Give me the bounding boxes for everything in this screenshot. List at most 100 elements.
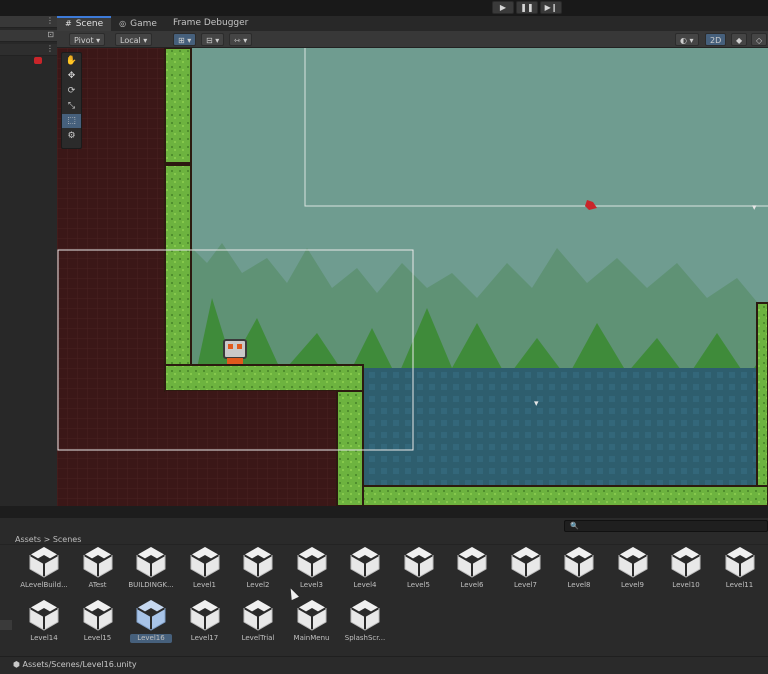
asset-item[interactable]: Level7 <box>499 545 553 595</box>
unity-scene-icon <box>231 545 285 579</box>
asset-item[interactable]: MainMenu <box>285 598 339 648</box>
asset-item[interactable]: Level6 <box>445 545 499 595</box>
asset-label: Level2 <box>246 581 270 589</box>
asset-item[interactable]: Level9 <box>606 545 660 595</box>
asset-label: Level7 <box>514 581 537 589</box>
effects-toggle[interactable]: ◇ <box>751 33 768 46</box>
hand-tool-icon[interactable]: ✋ <box>62 54 81 68</box>
shading-mode-dropdown[interactable]: ◐ ▾ <box>675 33 699 46</box>
tab-frame-debugger[interactable]: Frame Debugger <box>165 16 256 31</box>
asset-item[interactable]: Level15 <box>71 598 125 648</box>
audio-toggle[interactable]: ◆ <box>731 33 748 46</box>
asset-label: Level6 <box>460 581 484 589</box>
dirt-block <box>165 391 337 506</box>
local-toggle[interactable]: Local ▾ <box>115 33 153 46</box>
asset-label: Level14 <box>30 634 58 642</box>
grass-column <box>164 164 192 366</box>
grass-right-wall <box>756 302 768 487</box>
tab-game[interactable]: ◎ Game <box>111 16 165 31</box>
unity-scene-icon <box>17 598 71 632</box>
asset-label: SplashScr... <box>344 634 386 642</box>
asset-label: Level10 <box>672 581 700 589</box>
unity-scene-icon <box>499 545 553 579</box>
increment-snap-toggle[interactable]: ⇿ ▾ <box>229 33 253 46</box>
unity-scene-icon <box>445 545 499 579</box>
asset-item[interactable]: Level11 <box>713 545 767 595</box>
asset-item[interactable]: Level5 <box>392 545 446 595</box>
grass-ledge <box>164 364 364 392</box>
tab-scene[interactable]: # Scene <box>57 16 112 31</box>
menu-icon[interactable]: ⋮ <box>46 16 54 25</box>
rect-tool-icon[interactable]: ⬚ <box>62 114 81 128</box>
pause-button[interactable]: ❚❚ <box>516 1 538 14</box>
unity-scene-icon <box>338 598 392 632</box>
unity-scene-icon <box>71 545 125 579</box>
pin-icon[interactable]: ⊡ <box>47 30 54 39</box>
move-tool-icon[interactable]: ✥ <box>62 69 81 83</box>
unity-scene-icon <box>178 545 232 579</box>
asset-item[interactable]: Level16 <box>124 598 178 648</box>
asset-label: Level5 <box>407 581 430 589</box>
asset-item[interactable]: LevelTrial <box>231 598 285 648</box>
scale-tool-icon[interactable]: ⤡ <box>62 99 81 113</box>
snap-toggle[interactable]: ⊟ ▾ <box>201 33 225 46</box>
asset-item[interactable]: Level10 <box>659 545 713 595</box>
scene-viewport[interactable]: ▾ ▾ ✋ ✥ ⟳ ⤡ ⬚ ⚙ <box>57 48 768 506</box>
unity-scene-icon <box>231 598 285 632</box>
asset-label: Level1 <box>193 581 216 589</box>
asset-item[interactable]: Level1 <box>178 545 232 595</box>
unity-scene-icon <box>659 545 713 579</box>
asset-item[interactable]: SplashScr... <box>338 598 392 648</box>
asset-label: Level9 <box>621 581 644 589</box>
asset-label: LevelTrial <box>241 634 275 642</box>
unity-scene-icon: ⬢ <box>13 660 23 669</box>
asset-item[interactable]: Level2 <box>231 545 285 595</box>
step-button[interactable]: ▶❙ <box>540 1 562 14</box>
rotate-tool-icon[interactable]: ⟳ <box>62 84 81 98</box>
asset-label: Level16 <box>130 634 172 643</box>
hierarchy-search-row[interactable]: ⊡ <box>0 30 57 42</box>
panel-splitter[interactable] <box>0 506 768 518</box>
game-icon: ◎ <box>119 19 127 28</box>
asset-label: Level17 <box>190 634 219 642</box>
window-tabbar: # Scene ◎ Game Frame Debugger <box>57 16 768 31</box>
player-sprite[interactable] <box>223 339 247 364</box>
tool-palette: ✋ ✥ ⟳ ⤡ ⬚ ⚙ <box>61 52 82 149</box>
project-search-input[interactable]: 🔍 <box>564 520 768 532</box>
tab-label: Scene <box>75 19 104 29</box>
scene-canvas[interactable]: ▾ ▾ <box>57 48 768 506</box>
collapsed-panel-tab[interactable] <box>0 620 12 630</box>
top-toolbar: ▶ ❚❚ ▶❙ <box>0 0 768 16</box>
status-bar: ⬢ Assets/Scenes/Level16.unity <box>0 656 768 674</box>
tab-label: Frame Debugger <box>172 18 249 28</box>
unity-scene-icon <box>285 598 339 632</box>
pivot-toggle[interactable]: Pivot ▾ <box>69 33 106 46</box>
selected-asset-path: Assets/Scenes/Level16.unity <box>22 660 137 669</box>
asset-label: BUILDINGK... <box>128 581 174 589</box>
light-gizmo-icon[interactable]: ▾ <box>752 203 757 213</box>
hierarchy-row[interactable]: ⋮ <box>0 44 57 56</box>
asset-label: ATest <box>88 581 107 589</box>
menu-icon[interactable]: ⋮ <box>46 44 54 53</box>
asset-item[interactable]: BUILDINGK... <box>124 545 178 595</box>
asset-item[interactable]: Level17 <box>178 598 232 648</box>
asset-label: Level11 <box>725 581 754 589</box>
scene-icon: # <box>65 19 72 28</box>
asset-label: MainMenu <box>293 634 330 642</box>
asset-item[interactable]: ALevelBuild... <box>17 545 71 595</box>
asset-item[interactable]: ATest <box>71 545 125 595</box>
breadcrumb[interactable]: Assets > Scenes <box>0 534 768 545</box>
2d-mode-toggle[interactable]: 2D <box>705 33 727 46</box>
asset-item[interactable]: Level4 <box>338 545 392 595</box>
light-gizmo-icon[interactable]: ▾ <box>534 399 539 409</box>
grass-wall <box>336 390 364 506</box>
transform-tool-icon[interactable]: ⚙ <box>62 129 81 143</box>
asset-item[interactable]: Level14 <box>17 598 71 648</box>
asset-item[interactable]: Level8 <box>552 545 606 595</box>
asset-label: Level15 <box>83 634 112 642</box>
unity-scene-icon <box>606 545 660 579</box>
unity-scene-icon <box>178 598 232 632</box>
grass-floor <box>362 485 768 506</box>
grid-toggle[interactable]: ⊞ ▾ <box>173 33 197 46</box>
play-button[interactable]: ▶ <box>492 1 514 14</box>
